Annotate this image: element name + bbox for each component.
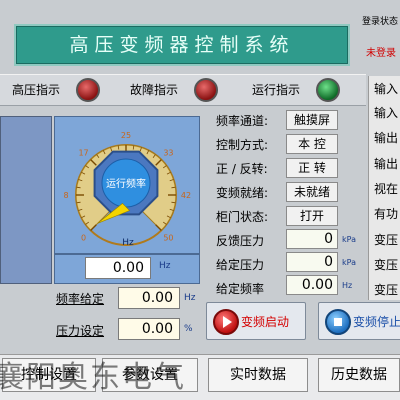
frequency-setpoint-input[interactable]: 0.00 bbox=[118, 287, 180, 309]
play-icon bbox=[223, 316, 232, 328]
frequency-readout-unit: Hz bbox=[159, 261, 171, 271]
set-frequency-unit: Hz bbox=[342, 281, 353, 290]
running-lamp-icon bbox=[316, 78, 340, 102]
frequency-gauge: 0 8 17 25 33 42 50 运行频率 Hz bbox=[54, 116, 200, 254]
nav-parameter-settings[interactable]: 参数设置 bbox=[102, 358, 198, 392]
param-label-set-frequency: 给定频率 bbox=[216, 282, 265, 296]
gauge-dial: 0 8 17 25 33 42 50 运行频率 Hz bbox=[63, 131, 191, 248]
right-item-output-1: 输出 bbox=[374, 131, 399, 145]
param-label-control-mode: 控制方式: bbox=[216, 138, 269, 152]
gauge-center-label: 运行频率 bbox=[106, 177, 146, 190]
right-item-transformer-2: 变压 bbox=[374, 258, 399, 272]
gauge-tick-label: 50 bbox=[163, 233, 173, 242]
app-title: 高压变频器控制系统 bbox=[69, 34, 295, 56]
indicator-label-running: 运行指示 bbox=[252, 83, 301, 97]
login-status-label: 登录状态 bbox=[362, 17, 399, 27]
right-item-apparent: 视在 bbox=[374, 182, 399, 196]
set-pressure-unit: kPa bbox=[342, 258, 356, 267]
start-play-icon bbox=[213, 309, 239, 335]
feedback-pressure-unit: kPa bbox=[342, 235, 356, 244]
cabinet-door-status: 打开 bbox=[286, 206, 338, 226]
frequency-setpoint-label: 频率给定 bbox=[56, 292, 105, 306]
param-label-feedback-pressure: 反馈压力 bbox=[216, 234, 265, 248]
inverter-ready-status: 未就绪 bbox=[286, 182, 338, 202]
pressure-setpoint-label: 压力设定 bbox=[56, 324, 105, 338]
nav-control-settings[interactable]: 控制设置 bbox=[2, 358, 96, 392]
right-item-active: 有功 bbox=[374, 207, 399, 221]
start-inverter-label: 变频启动 bbox=[241, 315, 290, 329]
gauge-tick-label: 17 bbox=[78, 149, 88, 158]
param-label-cabinet-door: 柜门状态: bbox=[216, 210, 269, 224]
pressure-setpoint-unit: % bbox=[184, 324, 193, 334]
high-voltage-lamp-icon bbox=[76, 78, 100, 102]
title-bar: 高压变频器控制系统 bbox=[14, 24, 350, 66]
right-item-input-1: 输入 bbox=[374, 82, 399, 96]
feedback-pressure-value: 0 bbox=[286, 229, 338, 249]
start-inverter-button[interactable]: 变频启动 bbox=[206, 302, 306, 340]
fault-lamp-icon bbox=[194, 78, 218, 102]
login-user[interactable]: 未登录 bbox=[366, 44, 396, 59]
set-frequency-value: 0.00 bbox=[286, 275, 338, 295]
param-label-direction: 正 / 反转: bbox=[216, 162, 268, 176]
control-mode-button[interactable]: 本 控 bbox=[286, 134, 338, 154]
direction-button[interactable]: 正 转 bbox=[286, 158, 338, 178]
gauge-tick-label: 8 bbox=[63, 191, 68, 200]
indicator-label-fault: 故障指示 bbox=[130, 83, 179, 97]
gauge-unit: Hz bbox=[122, 238, 134, 248]
param-label-set-pressure: 给定压力 bbox=[216, 258, 265, 272]
right-item-transformer-3: 变压 bbox=[374, 283, 399, 297]
stop-icon bbox=[334, 318, 342, 326]
frequency-readout: 0.00 bbox=[85, 257, 151, 279]
stop-square-icon bbox=[325, 309, 351, 335]
indicator-label-high-voltage: 高压指示 bbox=[12, 83, 61, 97]
param-label-freq-channel: 频率通道: bbox=[216, 114, 269, 128]
nav-realtime-data[interactable]: 实时数据 bbox=[208, 358, 308, 392]
nav-history-data[interactable]: 历史数据 bbox=[318, 358, 400, 392]
gauge-tick-label: 42 bbox=[181, 191, 191, 200]
gauge-readout-panel: 0.00 Hz bbox=[54, 254, 200, 284]
stop-inverter-label: 变频停止 bbox=[353, 315, 400, 329]
frequency-setpoint-unit: Hz bbox=[184, 293, 196, 303]
pressure-setpoint-input[interactable]: 0.00 bbox=[118, 318, 180, 340]
gauge-tick-label: 33 bbox=[163, 149, 173, 158]
param-label-inverter-ready: 变频就绪: bbox=[216, 186, 269, 200]
gauge-tick-label: 0 bbox=[81, 233, 86, 242]
right-item-input-2: 输入 bbox=[374, 106, 399, 120]
stop-inverter-button[interactable]: 变频停止 bbox=[318, 302, 400, 340]
left-info-panel bbox=[0, 116, 52, 284]
right-item-output-2: 输出 bbox=[374, 157, 399, 171]
freq-channel-button[interactable]: 触摸屏 bbox=[286, 110, 338, 130]
gauge-tick-label: 25 bbox=[121, 131, 131, 140]
right-item-transformer-1: 变压 bbox=[374, 233, 399, 247]
set-pressure-value: 0 bbox=[286, 252, 338, 272]
